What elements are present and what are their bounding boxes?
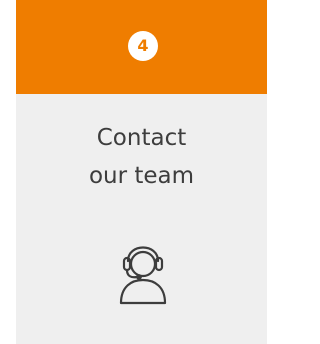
customer-support-headset-icon xyxy=(119,246,167,305)
contact-step-card: 4 Contact our team xyxy=(16,0,267,344)
card-title-line-2: our team xyxy=(88,163,195,189)
step-number-badge: 4 xyxy=(128,31,158,61)
card-title-line-1: Contact xyxy=(96,125,187,151)
card-title: Contact our team xyxy=(16,119,267,195)
card-header: 4 xyxy=(16,0,267,94)
